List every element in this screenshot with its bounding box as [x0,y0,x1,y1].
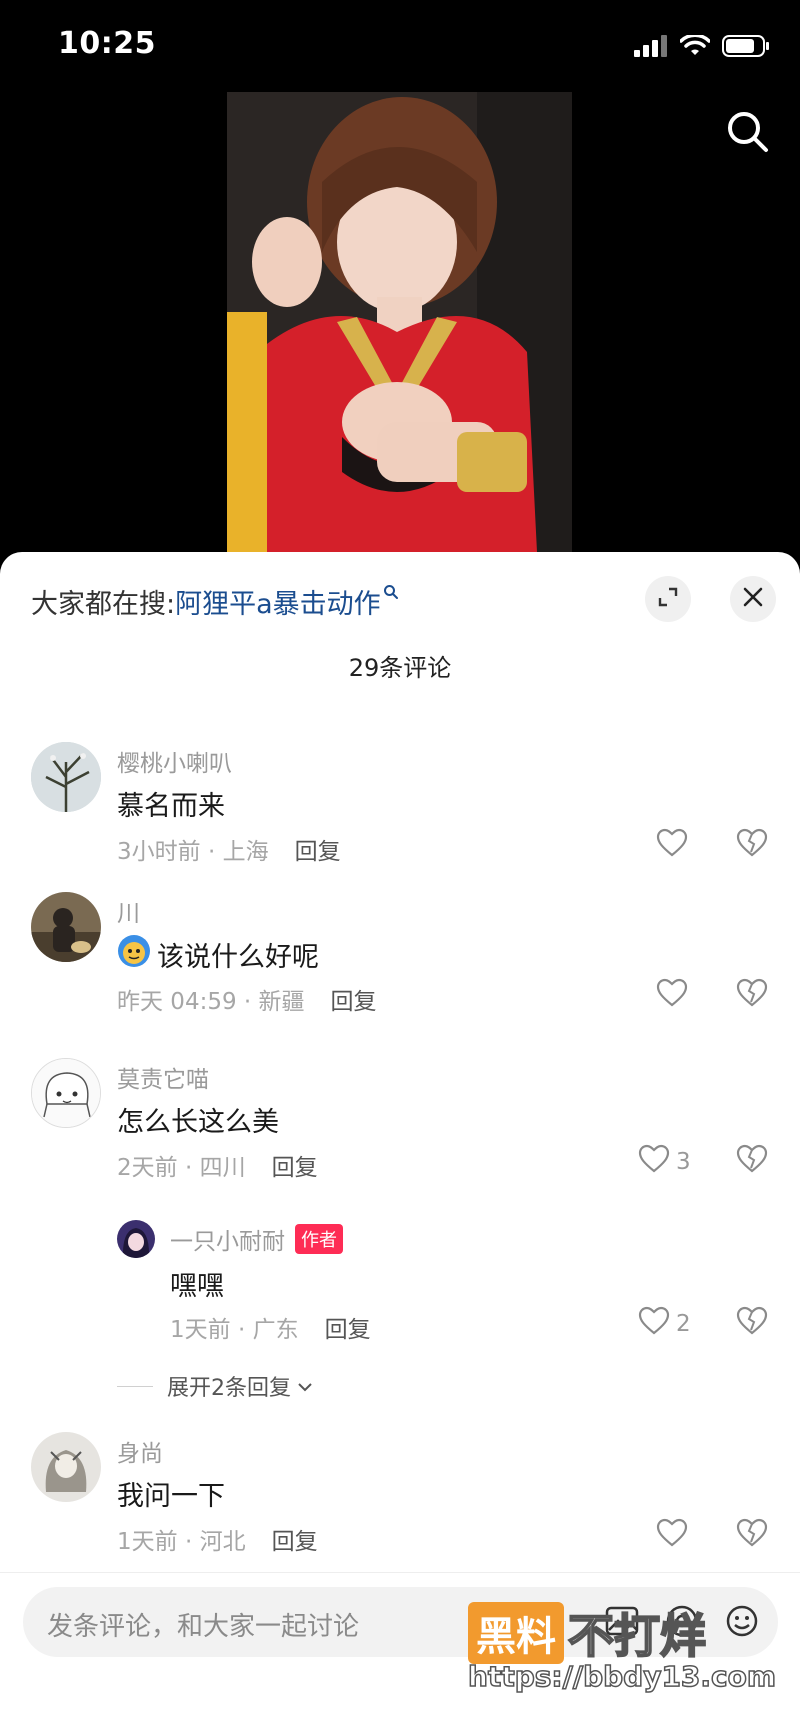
comment-username[interactable]: 川 [117,894,140,928]
reply-time-location: 1天前 · 广东 [170,1317,299,1343]
comment-text-row: 该说什么好呢 [117,934,319,975]
avatar[interactable] [31,1432,101,1502]
chevron-down-icon [297,1374,313,1399]
comment-text: 该说什么好呢 [157,942,319,973]
video-thumbnail [227,92,572,552]
reply-username-row: 一只小耐耐 作者 [170,1222,343,1256]
comment-time-location: 3小时前 · 上海 [117,839,269,865]
dislike-button[interactable] [736,978,768,1012]
reply-button[interactable]: 回复 [331,989,377,1015]
like-button[interactable] [656,1518,694,1554]
heart-icon [638,1306,670,1342]
comment-meta: 昨天 04:59 · 新疆 回复 [117,982,377,1016]
heart-icon [656,828,688,864]
avatar[interactable] [31,742,101,812]
wifi-icon [679,33,711,61]
broken-heart-icon [736,1306,768,1340]
author-badge: 作者 [295,1224,343,1254]
like-button[interactable]: 3 [638,1144,691,1180]
watermark: 黑料 不打烊 [468,1600,707,1666]
reply-username[interactable]: 一只小耐耐 [170,1229,285,1255]
like-count: 2 [676,1311,691,1337]
reply-button[interactable]: 回复 [325,1317,371,1343]
like-count: 3 [676,1149,691,1175]
status-icons [634,33,770,62]
status-bar: 10:25 [0,0,800,92]
divider [117,1385,153,1387]
reply-meta: 1天前 · 广东 回复 [170,1310,371,1344]
expand-icon [657,586,679,612]
broken-heart-icon [736,1518,768,1552]
watermark-brand: 黑料 [468,1602,564,1664]
avatar[interactable] [31,892,101,962]
heart-icon [656,978,688,1014]
like-button[interactable] [656,828,694,864]
heart-icon [638,1144,670,1180]
dislike-button[interactable] [736,1518,768,1552]
comment-meta: 3小时前 · 上海 回复 [117,832,341,866]
reply-button[interactable]: 回复 [272,1155,318,1181]
comment-text: 怎么长这么美 [117,1107,279,1138]
dislike-button[interactable] [736,828,768,862]
broken-heart-icon [736,828,768,862]
hot-search-prefix: 大家都在搜: [31,589,176,620]
avatar[interactable] [117,1220,155,1258]
comment-text: 慕名而来 [117,791,225,822]
expand-button[interactable] [645,576,691,622]
small-search-icon [383,584,399,605]
like-button[interactable] [656,978,694,1014]
comment-username[interactable]: 莫责它喵 [117,1060,209,1094]
dislike-button[interactable] [736,1306,768,1340]
hot-search-link[interactable]: 阿狸平a暴击动作 [175,582,381,621]
close-button[interactable] [730,576,776,622]
signal-icon [634,35,668,61]
comment-sheet: 大家都在搜: 阿狸平a暴击动作 29条评论 樱桃小喇叭 慕名而来 3小时前 · … [0,552,800,1731]
broken-heart-icon [736,1144,768,1178]
status-time: 10:25 [58,26,156,61]
comment-time-location: 昨天 04:59 · 新疆 [117,989,305,1015]
comment-meta: 1天前 · 河北 回复 [117,1522,318,1556]
reply-button[interactable]: 回复 [272,1529,318,1555]
comment-username[interactable]: 身尚 [117,1434,163,1468]
hot-search-suggestion[interactable]: 大家都在搜: 阿狸平a暴击动作 [31,582,399,621]
watermark-url: https://bbdy13.com [467,1659,777,1694]
comment-meta: 2天前 · 四川 回复 [117,1148,318,1182]
watermark-slogan: 不打烊 [567,1608,707,1664]
emoji-icon [117,934,151,975]
comment-input-placeholder: 发条评论，和大家一起讨论 [47,1612,360,1642]
reply-text: 嘿嘿 [170,1271,224,1302]
expand-replies-button[interactable]: 展开2条回复 [117,1370,313,1402]
comment-time-location: 2天前 · 四川 [117,1155,246,1181]
dislike-button[interactable] [736,1144,768,1178]
comment-username[interactable]: 樱桃小喇叭 [117,744,232,778]
avatar[interactable] [31,1058,101,1128]
comment-count: 29条评论 [348,654,452,682]
close-icon [742,586,764,612]
reply-button[interactable]: 回复 [295,839,341,865]
battery-icon [722,34,770,62]
expand-replies-label: 展开2条回复 [167,1376,291,1401]
emoji-picker-icon[interactable] [724,1603,760,1643]
like-button[interactable]: 2 [638,1306,691,1342]
search-icon[interactable] [726,110,770,158]
broken-heart-icon [736,978,768,1012]
comment-time-location: 1天前 · 河北 [117,1529,246,1555]
comment-text: 我问一下 [117,1481,225,1512]
video-player[interactable] [0,92,800,552]
heart-icon [656,1518,688,1554]
